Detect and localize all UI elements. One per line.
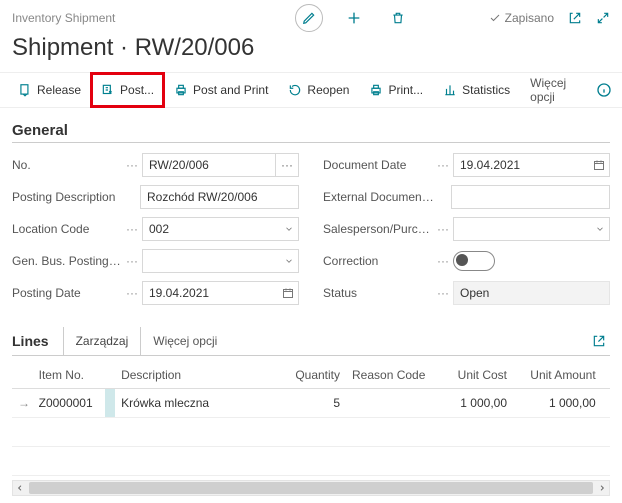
posting-description-field[interactable]: Rozchód RW/20/006 <box>140 185 299 209</box>
page-title: Shipment · RW/20/006 <box>0 32 622 72</box>
edit-button[interactable] <box>295 4 323 32</box>
cell-unit-cost[interactable]: 1 000,00 <box>435 389 513 418</box>
info-button[interactable] <box>596 82 612 98</box>
no-lookup-button[interactable]: ··· <box>276 153 299 177</box>
chevron-down-icon[interactable] <box>284 256 294 266</box>
label-correction: Correction <box>323 254 435 268</box>
col-item-no[interactable]: Item No. <box>33 362 105 389</box>
label-status: Status <box>323 286 435 300</box>
cell-description[interactable]: Krówka mleczna <box>115 389 280 418</box>
chevron-right-icon <box>598 484 606 492</box>
label-ellipsis[interactable]: ··· <box>126 222 136 236</box>
label-gbpg: Gen. Bus. Posting Gro... <box>12 254 124 268</box>
external-doc-no-field[interactable] <box>451 185 610 209</box>
label-no: No. <box>12 158 124 172</box>
share-button[interactable] <box>568 11 582 25</box>
statistics-icon <box>443 83 457 97</box>
lines-heading[interactable]: Lines <box>12 333 49 349</box>
label-ellipsis[interactable]: ··· <box>126 254 136 268</box>
post-and-print-action[interactable]: Post and Print <box>164 73 278 107</box>
scroll-left-button[interactable] <box>13 481 27 495</box>
label-ellipsis[interactable]: ··· <box>126 286 136 300</box>
post-action[interactable]: Post... <box>91 73 164 107</box>
label-posting-description: Posting Description <box>12 190 124 204</box>
check-icon <box>489 12 501 24</box>
posting-date-field[interactable]: 19.04.2021 <box>142 281 299 305</box>
general-heading[interactable]: General <box>12 122 610 143</box>
expand-icon <box>596 11 610 25</box>
pencil-icon <box>302 11 316 25</box>
col-quantity[interactable]: Quantity <box>280 362 346 389</box>
chevron-left-icon <box>16 484 24 492</box>
table-row[interactable] <box>12 418 610 447</box>
status-field: Open <box>453 281 610 305</box>
reopen-action[interactable]: Reopen <box>278 73 359 107</box>
breadcrumb[interactable]: Inventory Shipment <box>12 11 115 25</box>
chevron-down-icon[interactable] <box>595 224 605 234</box>
label-salesperson: Salesperson/Purchase... <box>323 222 435 236</box>
col-description[interactable]: Description <box>115 362 280 389</box>
table-row[interactable]: → Z0000001 ⋮ Krówka mleczna 5 1 000,00 1… <box>12 389 610 418</box>
print-icon <box>369 83 383 97</box>
info-icon <box>596 82 612 98</box>
more-options[interactable]: Więcej opcji <box>520 76 588 104</box>
action-bar: Release Post... Post and Print Reopen Pr… <box>0 72 622 108</box>
new-button[interactable] <box>341 5 367 31</box>
release-action[interactable]: Release <box>8 73 91 107</box>
lines-expand-button[interactable] <box>588 334 610 348</box>
label-ellipsis[interactable]: ··· <box>126 158 136 172</box>
label-ext-doc-no: External Document No. <box>323 190 435 204</box>
manage-tab[interactable]: Zarządzaj <box>63 327 142 355</box>
location-code-field[interactable]: 002 <box>142 217 299 241</box>
share-icon <box>568 11 582 25</box>
popout-icon <box>592 334 606 348</box>
col-unit-amount[interactable]: Unit Amount <box>513 362 602 389</box>
statistics-action[interactable]: Statistics <box>433 73 520 107</box>
document-date-field[interactable]: 19.04.2021 <box>453 153 610 177</box>
salesperson-field[interactable] <box>453 217 610 241</box>
plus-icon <box>346 10 362 26</box>
cell-item-no[interactable]: Z0000001 <box>33 389 105 418</box>
delete-button[interactable] <box>385 5 411 31</box>
post-icon <box>101 83 115 97</box>
post-print-icon <box>174 83 188 97</box>
calendar-icon[interactable] <box>593 159 605 171</box>
lines-grid: Item No. Description Quantity Reason Cod… <box>12 362 610 476</box>
col-unit-cost[interactable]: Unit Cost <box>435 362 513 389</box>
label-ellipsis[interactable]: ··· <box>437 222 447 236</box>
correction-toggle[interactable] <box>453 251 495 271</box>
row-selector[interactable]: → <box>12 389 33 418</box>
label-location-code: Location Code <box>12 222 124 236</box>
label-document-date: Document Date <box>323 158 435 172</box>
label-ellipsis[interactable]: ··· <box>437 254 447 268</box>
label-posting-date: Posting Date <box>12 286 124 300</box>
fullscreen-button[interactable] <box>596 11 610 25</box>
release-icon <box>18 83 32 97</box>
horizontal-scrollbar[interactable] <box>12 480 610 496</box>
print-action[interactable]: Print... <box>359 73 433 107</box>
scroll-thumb[interactable] <box>29 482 593 494</box>
label-ellipsis[interactable]: ··· <box>437 286 447 300</box>
calendar-icon[interactable] <box>282 287 294 299</box>
cell-quantity[interactable]: 5 <box>280 389 346 418</box>
col-reason-code[interactable]: Reason Code <box>346 362 435 389</box>
saved-indicator: Zapisano <box>489 11 554 25</box>
cell-unit-amount[interactable]: 1 000,00 <box>513 389 602 418</box>
row-menu-button[interactable]: ⋮ <box>105 389 115 418</box>
trash-icon <box>391 11 405 25</box>
cell-reason-code[interactable] <box>346 389 435 418</box>
chevron-down-icon[interactable] <box>284 224 294 234</box>
label-ellipsis[interactable]: ··· <box>437 158 447 172</box>
scroll-right-button[interactable] <box>595 481 609 495</box>
no-field[interactable]: RW/20/006 <box>142 153 276 177</box>
gbpg-field[interactable] <box>142 249 299 273</box>
reopen-icon <box>288 83 302 97</box>
table-row[interactable] <box>12 447 610 476</box>
lines-more-options[interactable]: Więcej opcji <box>141 334 229 348</box>
